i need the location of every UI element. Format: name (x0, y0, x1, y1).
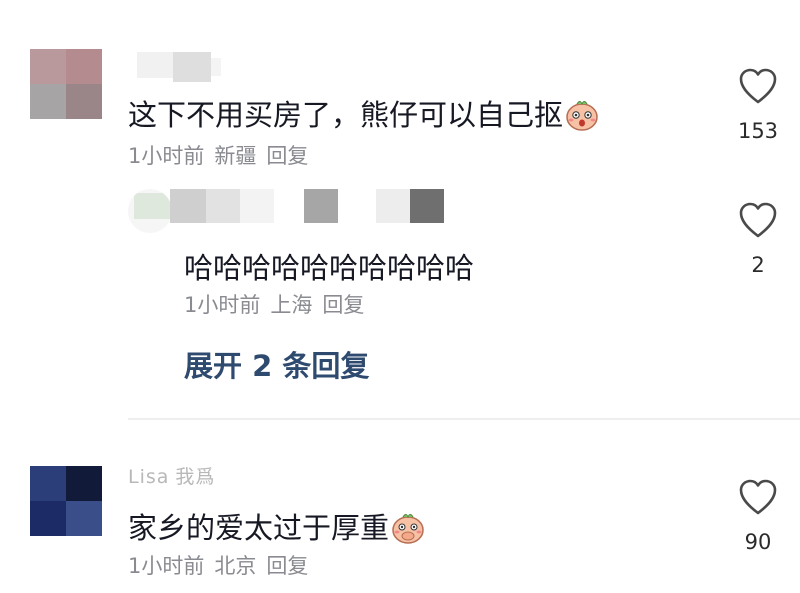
like-count: 2 (751, 253, 765, 277)
heart-outline-icon[interactable] (738, 67, 778, 105)
comment-location: 新疆 (214, 144, 257, 168)
reply-text: 哈哈哈哈哈哈哈哈哈哈 (184, 251, 475, 285)
comment-time: 1小时前 (128, 144, 205, 168)
like-button[interactable]: 90 (728, 478, 788, 554)
like-count: 90 (744, 530, 772, 554)
shy-cover-mouth-emoji-icon (391, 510, 425, 551)
heart-outline-icon[interactable] (738, 478, 778, 516)
reply-button[interactable]: 回复 (266, 144, 308, 168)
comment-username[interactable]: Lisa 我爲 (128, 462, 215, 489)
comment-location: 北京 (214, 554, 257, 578)
like-button[interactable]: 2 (728, 201, 788, 277)
like-count: 153 (737, 119, 779, 143)
reply-button[interactable]: 回复 (322, 293, 364, 317)
like-button[interactable]: 153 (728, 67, 788, 143)
comment-text: 这下不用买房了，熊仔可以自己抠 (128, 92, 599, 138)
comment-meta: 1小时前 新疆 回复 (128, 140, 308, 170)
reply-button[interactable]: 回复 (266, 554, 308, 578)
avatar[interactable] (128, 189, 172, 233)
avatar[interactable] (30, 466, 102, 536)
comment-time: 1小时前 (128, 554, 205, 578)
reply-time: 1小时前 (184, 293, 261, 317)
avatar[interactable] (30, 49, 102, 119)
comment-meta: 1小时前 北京 回复 (128, 550, 308, 580)
heart-outline-icon[interactable] (738, 201, 778, 239)
expand-replies-button[interactable]: 展开 2 条回复 (184, 343, 369, 385)
reply-location: 上海 (270, 293, 313, 317)
username-blurred[interactable] (137, 52, 221, 82)
shy-face-emoji-icon (565, 97, 599, 138)
divider (128, 418, 800, 420)
comment-text: 家乡的爱太过于厚重 (128, 505, 425, 551)
reply-meta: 1小时前 上海 回复 (184, 289, 364, 319)
username-blurred[interactable] (170, 189, 444, 223)
